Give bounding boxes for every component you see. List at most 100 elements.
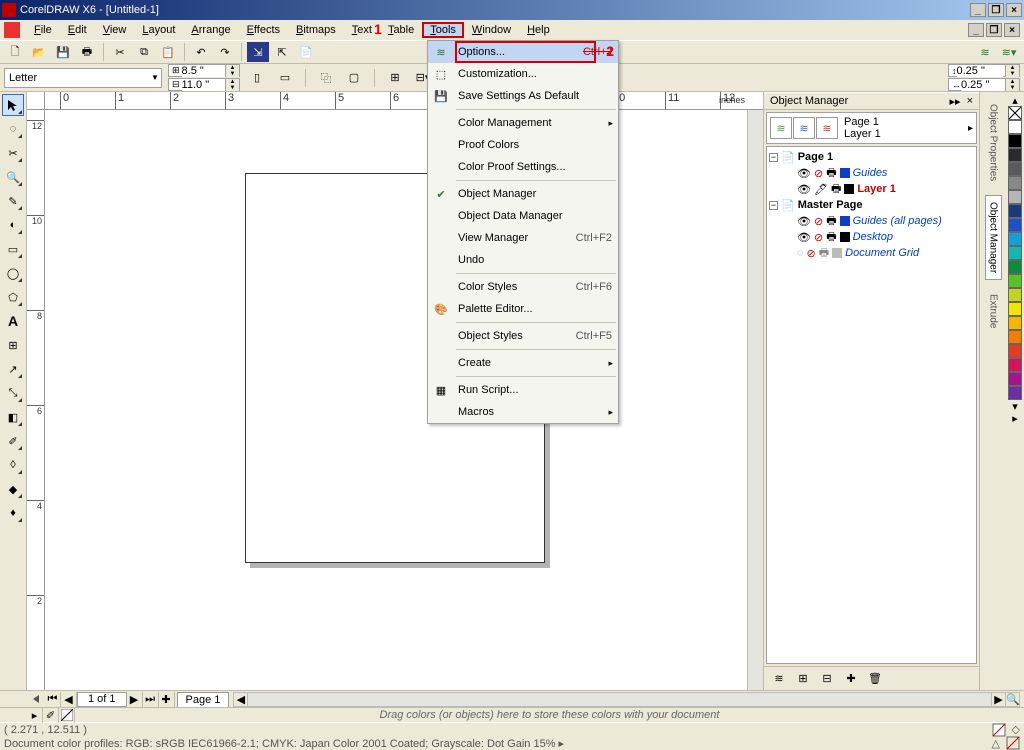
om-footer-button-0[interactable]: ≋ [768,669,790,689]
doc-close-button[interactable]: × [1004,23,1020,37]
color-swatch[interactable] [1008,204,1022,218]
color-swatch[interactable] [1008,302,1022,316]
paper-size-value[interactable] [9,72,151,84]
storewell-expand-icon[interactable] [33,695,39,703]
tools-menu-object-styles[interactable]: Object StylesCtrl+F5 [428,325,618,347]
outline-indicator-icon[interactable]: ◇ [1012,723,1020,736]
om-footer-button-4[interactable]: 🗑 [864,669,886,689]
outline-pen-icon[interactable]: △ [992,737,1000,750]
interactive-fill-tool[interactable]: ♦ [2,502,24,524]
maximize-button[interactable]: ❐ [988,3,1004,17]
om-footer-button-3[interactable]: ✚ [840,669,862,689]
docker-tab-extrude[interactable]: Extrude [986,288,1001,334]
tools-menu-object-data-manager[interactable]: Object Data Manager [428,205,618,227]
tree-master[interactable]: − 📄 Master Page [769,197,974,213]
freehand-tool[interactable]: ✎ [2,190,24,212]
color-swatch[interactable] [1008,260,1022,274]
publish-pdf-button[interactable]: 📄 [295,42,317,62]
options-button[interactable]: ≋▾ [998,42,1020,62]
current-page-button[interactable]: ▢ [343,68,365,88]
color-swatch[interactable] [1008,190,1022,204]
all-pages-button[interactable]: ⿻ [315,68,337,88]
storewell-nofill-icon[interactable] [59,708,75,723]
object-manager-tree[interactable]: − 📄 Page 1 👁⊘🖶 Guides 👁🖊🖶 Layer 1 − 📄 Ma… [766,146,977,664]
color-swatch[interactable] [1008,148,1022,162]
tools-menu-create[interactable]: Create▸ [428,352,618,374]
tools-menu-run-script[interactable]: ▦Run Script... [428,379,618,401]
smart-fill-tool[interactable]: ◐ [2,214,24,236]
horizontal-ruler[interactable]: 0123456789101112 [45,92,763,110]
tools-menu-undo[interactable]: Undo [428,249,618,271]
tools-menu-options[interactable]: ≋Options...Ctrl+J2 [428,41,618,63]
prev-page-button[interactable]: ◀ [61,692,77,707]
tools-menu-customization[interactable]: ⬚Customization... [428,63,618,85]
om-layer-color-swatch[interactable]: ≋ [770,117,792,139]
tools-menu-color-proof-settings[interactable]: Color Proof Settings... [428,156,618,178]
menu-file[interactable]: File [26,22,60,38]
docker-tab-object-manager[interactable]: Object Manager [985,195,1002,280]
color-swatch[interactable] [1008,386,1022,400]
storewell-eyedropper-icon[interactable]: ✐ [43,708,59,723]
om-footer-button-2[interactable]: ⊟ [816,669,838,689]
unpin-icon[interactable]: ▸▸ [950,95,961,108]
object-manager-titlebar[interactable]: Object Manager ▸▸ × [764,92,979,110]
ruler-origin[interactable] [27,92,45,110]
menu-effects[interactable]: Effects [239,22,288,38]
tree-desktop[interactable]: 👁⊘🖶 Desktop [769,229,974,245]
menu-help[interactable]: Help [519,22,558,38]
color-swatch[interactable] [1008,372,1022,386]
paste-button[interactable]: 📋 [157,42,179,62]
tools-menu-palette-editor[interactable]: 🎨Palette Editor... [428,298,618,320]
storewell-flyout-icon[interactable]: ▸ [27,708,43,723]
page-width-spinner[interactable]: ⊞▲▼ [168,64,240,77]
tools-menu-save-settings-as-default[interactable]: 💾Save Settings As Default [428,85,618,107]
eyedropper-tool[interactable]: ✐ [2,430,24,452]
tree-doc-grid[interactable]: ◌⊘🖶 Document Grid [769,245,974,261]
vertical-ruler[interactable]: 12108642 [27,110,45,690]
text-tool[interactable]: A [2,310,24,332]
polygon-tool[interactable]: ⬠ [2,286,24,308]
palette-down-icon[interactable]: ▾ [1012,400,1018,412]
doc-restore-button[interactable]: ❐ [986,23,1002,37]
outline-tool[interactable]: ◊ [2,454,24,476]
document-palette[interactable]: ▸ ✐ Drag colors (or objects) here to sto… [0,707,1024,722]
menu-view[interactable]: View [95,22,135,38]
rectangle-tool[interactable]: ▭ [2,238,24,260]
color-swatch[interactable] [1008,120,1022,134]
zoom-tool[interactable]: 🔍 [2,166,24,188]
undo-button[interactable]: ↶ [190,42,212,62]
no-outline-icon[interactable] [1006,736,1020,750]
nudge-x-spinner[interactable]: ↕▲▼ [948,64,1020,77]
viewport[interactable] [45,110,747,690]
nudge-y-spinner[interactable]: ↔▲▼ [948,78,1020,91]
snap-button[interactable]: ≋ [974,42,996,62]
fill-indicator-icon[interactable] [992,723,1006,737]
view-navigator-icon[interactable]: 🔍 [1005,693,1019,706]
paper-size-combo[interactable]: ▼ [4,68,162,88]
om-menu-icon[interactable]: ▸ [968,123,973,134]
copy-button[interactable]: ⧉ [133,42,155,62]
redo-button[interactable]: ↷ [214,42,236,62]
color-swatch[interactable] [1008,330,1022,344]
table-tool[interactable]: ⊞ [2,334,24,356]
color-swatch[interactable] [1008,316,1022,330]
page-height-spinner[interactable]: ⊟▲▼ [168,78,240,91]
palette-flyout-icon[interactable]: ▸ [1012,412,1018,424]
menu-bitmaps[interactable]: Bitmaps [288,22,344,38]
menu-window[interactable]: Window [464,22,519,38]
fill-tool[interactable]: ◆ [2,478,24,500]
crop-tool[interactable]: ✂ [2,142,24,164]
tools-menu-color-management[interactable]: Color Management▸ [428,112,618,134]
tools-menu-view-manager[interactable]: View ManagerCtrl+F2 [428,227,618,249]
tools-menu-proof-colors[interactable]: Proof Colors [428,134,618,156]
page-counter[interactable]: 1 of 1 [77,692,127,707]
pick-tool[interactable] [2,94,24,116]
connector-tool[interactable]: ⤡ [2,382,24,404]
ellipse-tool[interactable]: ◯ [2,262,24,284]
save-button[interactable]: 💾 [52,42,74,62]
menu-table[interactable]: Table [380,22,422,38]
tree-layer1[interactable]: 👁🖊🖶 Layer 1 [769,181,974,197]
color-swatch[interactable] [1008,218,1022,232]
menu-tools[interactable]: Tools [422,22,464,38]
doc-minimize-button[interactable]: _ [968,23,984,37]
